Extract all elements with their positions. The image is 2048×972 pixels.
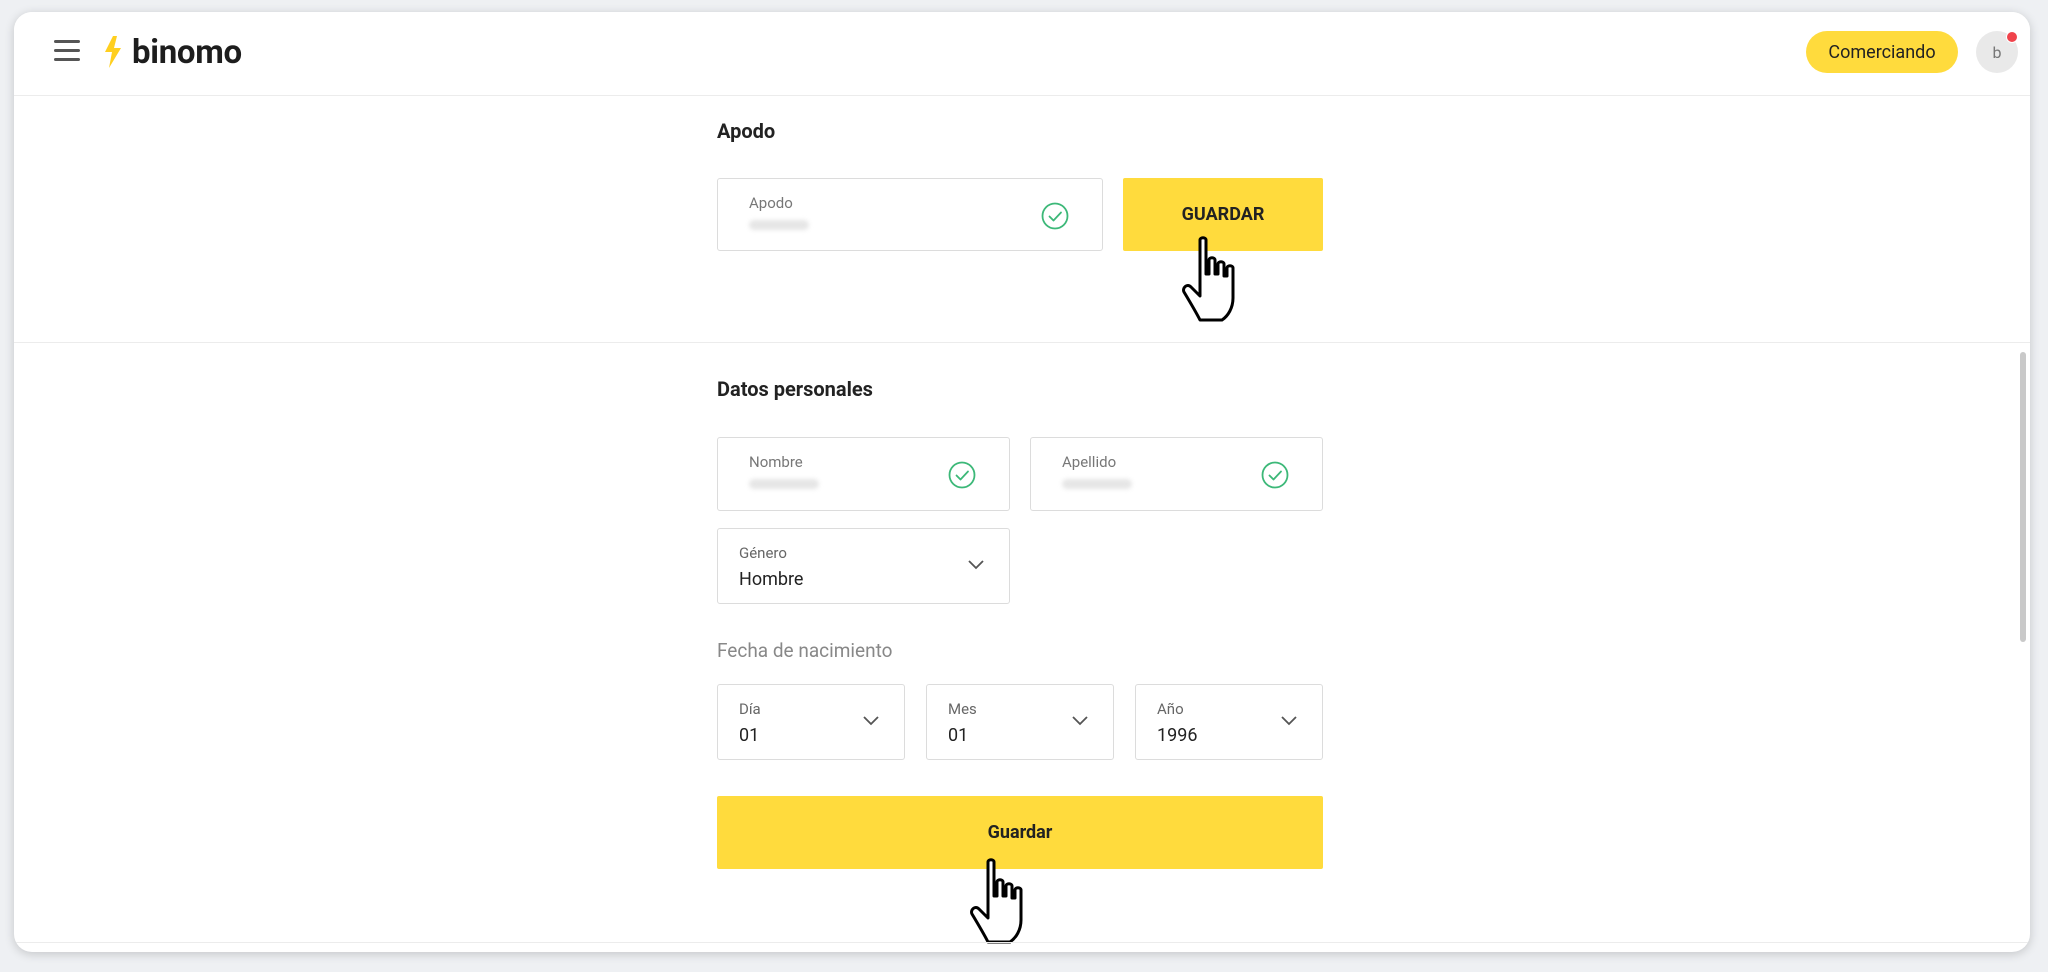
bolt-logo-icon — [105, 36, 121, 68]
save-personal-data-button[interactable]: Guardar — [717, 796, 1323, 869]
hand-pointer-cursor-icon — [970, 858, 1023, 944]
logo-text: binomo — [132, 32, 242, 72]
top-bar: binomo Comerciando b — [14, 12, 2030, 96]
avatar-initial: b — [1992, 42, 2002, 62]
day-label: Día — [739, 700, 761, 718]
avatar[interactable]: b — [1976, 31, 2018, 73]
check-circle-icon — [1041, 202, 1069, 230]
bottom-divider — [14, 942, 2030, 943]
first-name-blurred-value — [749, 479, 819, 489]
month-select[interactable]: Mes 01 — [926, 684, 1114, 760]
nickname-blurred-value — [749, 220, 809, 230]
logo[interactable]: binomo — [100, 32, 242, 72]
nickname-field-label: Apodo — [749, 194, 793, 212]
nickname-field[interactable]: Apodo — [717, 178, 1103, 251]
save-nickname-button[interactable]: GUARDAR — [1123, 178, 1323, 251]
hamburger-menu-icon[interactable] — [54, 40, 80, 62]
chevron-down-icon — [1072, 716, 1088, 726]
last-name-field[interactable]: Apellido — [1030, 437, 1323, 511]
chevron-down-icon — [863, 716, 879, 726]
birth-date-label: Fecha de nacimiento — [717, 639, 893, 662]
day-select[interactable]: Día 01 — [717, 684, 905, 760]
scrollbar[interactable] — [2020, 352, 2026, 642]
year-select[interactable]: Año 1996 — [1135, 684, 1323, 760]
check-circle-icon — [1261, 461, 1289, 489]
nickname-section-title: Apodo — [717, 119, 776, 143]
personal-data-section-title: Datos personales — [717, 377, 873, 401]
app-window: binomo Comerciando b Apodo Apodo GUARDAR… — [14, 12, 2030, 952]
first-name-field[interactable]: Nombre — [717, 437, 1010, 511]
month-value: 01 — [948, 725, 969, 746]
month-label: Mes — [948, 700, 977, 718]
last-name-blurred-value — [1062, 479, 1132, 489]
trading-button[interactable]: Comerciando — [1806, 31, 1958, 73]
last-name-label: Apellido — [1062, 453, 1117, 471]
day-value: 01 — [739, 725, 760, 746]
year-value: 1996 — [1157, 725, 1198, 746]
gender-value: Hombre — [739, 569, 804, 590]
check-circle-icon — [948, 461, 976, 489]
gender-label: Género — [739, 544, 787, 562]
section-divider — [14, 342, 2030, 343]
first-name-label: Nombre — [749, 453, 803, 471]
chevron-down-icon — [1281, 716, 1297, 726]
chevron-down-icon — [968, 560, 984, 570]
notification-dot — [2006, 31, 2018, 43]
gender-select[interactable]: Género Hombre — [717, 528, 1010, 604]
year-label: Año — [1157, 700, 1184, 718]
